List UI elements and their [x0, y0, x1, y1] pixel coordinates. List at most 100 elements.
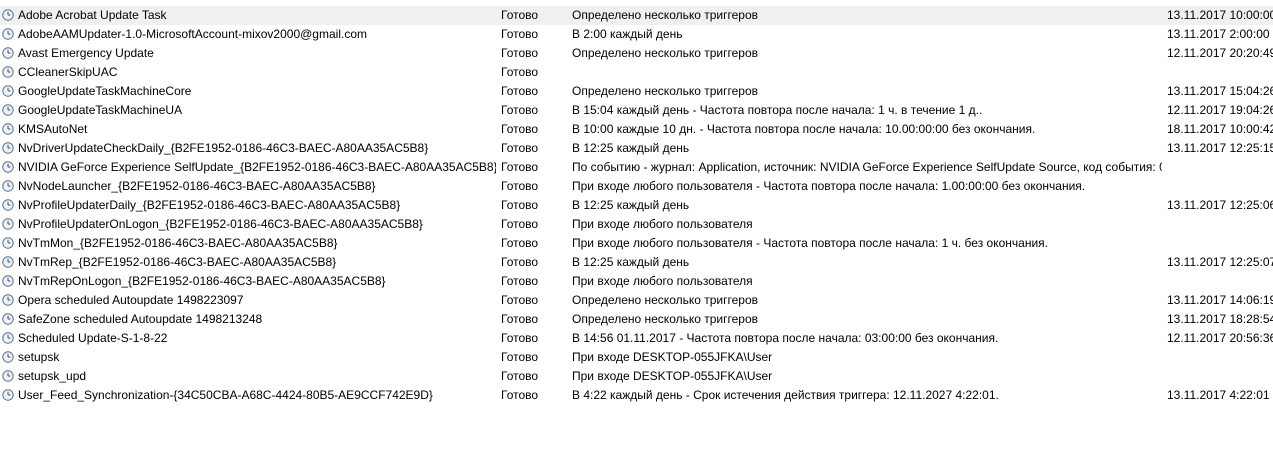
task-next-run — [1167, 177, 1273, 196]
task-next-run: 18.11.2017 10:00:42 — [1167, 122, 1273, 136]
task-icon-cell — [2, 234, 16, 253]
task-triggers: При входе DESKTOP-055JFKA\User — [572, 369, 773, 383]
task-icon-cell — [2, 329, 16, 348]
task-name: Scheduled Update-S-1-8-22 — [18, 331, 168, 345]
task-status: Готово — [501, 179, 539, 193]
task-triggers: При входе любого пользователя - Частота … — [572, 179, 1086, 193]
table-row[interactable]: NvTmRep_{B2FE1952-0186-46C3-BAEC-A80AA35… — [0, 253, 1273, 272]
table-row[interactable]: Adobe Acrobat Update Task Готово Определ… — [0, 6, 1273, 25]
task-clock-icon — [2, 218, 14, 230]
task-name: GoogleUpdateTaskMachineCore — [18, 84, 192, 98]
table-row[interactable]: setupsk Готово При входе DESKTOP-055JFKA… — [0, 348, 1273, 367]
table-row[interactable]: AdobeAAMUpdater-1.0-MicrosoftAccount-mix… — [0, 25, 1273, 44]
task-list: Adobe Acrobat Update Task Готово Определ… — [0, 6, 1273, 405]
task-status: Готово — [501, 122, 539, 136]
table-row[interactable]: NvTmMon_{B2FE1952-0186-46C3-BAEC-A80AA35… — [0, 234, 1273, 253]
task-clock-icon — [2, 104, 14, 116]
task-next-run: 12.11.2017 20:56:36 — [1167, 331, 1273, 345]
table-row[interactable]: GoogleUpdateTaskMachineUA Готово В 15:04… — [0, 101, 1273, 120]
task-clock-icon — [2, 66, 14, 78]
task-triggers: В 2:00 каждый день — [572, 27, 683, 41]
task-name: NvProfileUpdaterDaily_{B2FE1952-0186-46C… — [18, 198, 401, 212]
task-status: Готово — [501, 274, 539, 288]
task-clock-icon — [2, 123, 14, 135]
task-next-run: 13.11.2017 2:00:00 — [1167, 27, 1270, 41]
task-triggers: В 12:25 каждый день — [572, 141, 690, 155]
task-status: Готово — [501, 388, 539, 402]
task-status: Готово — [501, 293, 539, 307]
task-status: Готово — [501, 103, 539, 117]
task-triggers: Определено несколько триггеров — [572, 46, 759, 60]
task-next-run: 13.11.2017 14:06:19 — [1167, 293, 1273, 307]
table-row[interactable]: NvProfileUpdaterOnLogon_{B2FE1952-0186-4… — [0, 215, 1273, 234]
task-name: AdobeAAMUpdater-1.0-MicrosoftAccount-mix… — [18, 27, 367, 41]
task-name: NvProfileUpdaterOnLogon_{B2FE1952-0186-4… — [18, 217, 423, 231]
task-triggers: В 14:56 01.11.2017 - Частота повтора пос… — [572, 331, 999, 345]
task-icon-cell — [2, 215, 16, 234]
task-next-run: 13.11.2017 4:22:01 — [1167, 388, 1270, 402]
task-name: KMSAutoNet — [18, 122, 88, 136]
task-next-run: 12.11.2017 19:04:26 — [1167, 103, 1273, 117]
task-icon-cell — [2, 348, 16, 367]
task-icon-cell — [2, 82, 16, 101]
task-next-run: 13.11.2017 10:00:00 — [1167, 8, 1273, 22]
table-row[interactable]: KMSAutoNet Готово В 10:00 каждые 10 дн. … — [0, 120, 1273, 139]
task-name: NvTmMon_{B2FE1952-0186-46C3-BAEC-A80AA35… — [18, 236, 338, 250]
table-row[interactable]: NvTmRepOnLogon_{B2FE1952-0186-46C3-BAEC-… — [0, 272, 1273, 291]
task-status: Готово — [501, 27, 539, 41]
task-next-run — [1167, 348, 1273, 367]
task-clock-icon — [2, 9, 14, 21]
task-triggers: Определено несколько триггеров — [572, 8, 759, 22]
task-icon-cell — [2, 6, 16, 25]
task-clock-icon — [2, 275, 14, 287]
task-icon-cell — [2, 272, 16, 291]
task-name: GoogleUpdateTaskMachineUA — [18, 103, 183, 117]
task-status: Готово — [501, 312, 539, 326]
task-icon-cell — [2, 291, 16, 310]
table-row[interactable]: Opera scheduled Autoupdate 1498223097 Го… — [0, 291, 1273, 310]
task-status: Готово — [501, 46, 539, 60]
table-row[interactable]: NVIDIA GeForce Experience SelfUpdate_{B2… — [0, 158, 1273, 177]
task-clock-icon — [2, 256, 14, 268]
task-triggers: В 15:04 каждый день - Частота повтора по… — [572, 103, 983, 117]
task-next-run: 13.11.2017 18:28:54 — [1167, 312, 1273, 326]
task-clock-icon — [2, 370, 14, 382]
task-status: Готово — [501, 141, 539, 155]
task-name: NvDriverUpdateCheckDaily_{B2FE1952-0186-… — [18, 141, 429, 155]
task-icon-cell — [2, 25, 16, 44]
task-name: User_Feed_Synchronization-{34C50CBA-A68C… — [18, 388, 433, 402]
task-clock-icon — [2, 180, 14, 192]
task-triggers: Определено несколько триггеров — [572, 293, 759, 307]
task-icon-cell — [2, 386, 16, 405]
task-status: Готово — [501, 255, 539, 269]
task-clock-icon — [2, 85, 14, 97]
task-triggers: Определено несколько триггеров — [572, 312, 759, 326]
task-clock-icon — [2, 142, 14, 154]
task-next-run: 13.11.2017 12:25:15 — [1167, 141, 1273, 155]
task-icon-cell — [2, 101, 16, 120]
table-row[interactable]: GoogleUpdateTaskMachineCore Готово Опред… — [0, 82, 1273, 101]
table-row[interactable]: NvProfileUpdaterDaily_{B2FE1952-0186-46C… — [0, 196, 1273, 215]
table-row[interactable]: CCleanerSkipUAC Готово — [0, 63, 1273, 82]
task-triggers: Определено несколько триггеров — [572, 84, 759, 98]
task-triggers: В 12:25 каждый день — [572, 198, 690, 212]
table-row[interactable]: Scheduled Update-S-1-8-22 Готово В 14:56… — [0, 329, 1273, 348]
task-name: NvNodeLauncher_{B2FE1952-0186-46C3-BAEC-… — [18, 179, 376, 193]
table-row[interactable]: NvDriverUpdateCheckDaily_{B2FE1952-0186-… — [0, 139, 1273, 158]
task-clock-icon — [2, 332, 14, 344]
table-row[interactable]: User_Feed_Synchronization-{34C50CBA-A68C… — [0, 386, 1273, 405]
task-name: NvTmRepOnLogon_{B2FE1952-0186-46C3-BAEC-… — [18, 274, 386, 288]
task-clock-icon — [2, 28, 14, 40]
table-row[interactable]: Avast Emergency Update Готово Определено… — [0, 44, 1273, 63]
task-triggers: При входе любого пользователя - Частота … — [572, 236, 1048, 250]
table-row[interactable]: SafeZone scheduled Autoupdate 1498213248… — [0, 310, 1273, 329]
task-triggers: При входе DESKTOP-055JFKA\User — [572, 350, 773, 364]
task-icon-cell — [2, 63, 16, 82]
task-icon-cell — [2, 367, 16, 386]
table-row[interactable]: setupsk_upd Готово При входе DESKTOP-055… — [0, 367, 1273, 386]
table-row[interactable]: NvNodeLauncher_{B2FE1952-0186-46C3-BAEC-… — [0, 177, 1273, 196]
task-icon-cell — [2, 44, 16, 63]
task-clock-icon — [2, 313, 14, 325]
task-name: NVIDIA GeForce Experience SelfUpdate_{B2… — [18, 160, 496, 174]
task-name: NvTmRep_{B2FE1952-0186-46C3-BAEC-A80AA35… — [18, 255, 337, 269]
